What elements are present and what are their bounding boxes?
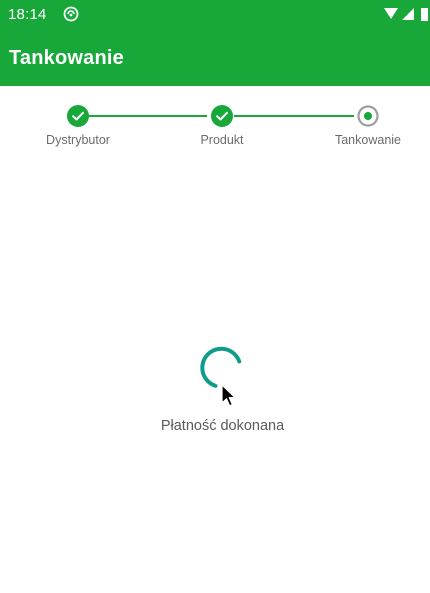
step-connector: [234, 115, 354, 117]
step-produkt-check-icon: [211, 105, 233, 127]
app-screen: 18:14 Tankowanie Dystrybutor Produkt Tan…: [0, 0, 430, 593]
step-dystrybutor-check-icon: [67, 105, 89, 127]
page-title: Tankowanie: [9, 47, 124, 69]
mouse-pointer-icon: [221, 384, 237, 408]
app-bar: Tankowanie: [0, 30, 430, 86]
status-bar: 18:14: [0, 0, 430, 30]
notification-icon: [63, 6, 79, 22]
wifi-icon: [384, 8, 398, 19]
battery-icon: [421, 8, 428, 21]
stepper: Dystrybutor Produkt Tankowanie: [0, 100, 430, 160]
step-label-produkt: Produkt: [200, 133, 244, 147]
step-connector: [89, 115, 207, 117]
step-label-dystrybutor: Dystrybutor: [46, 133, 110, 147]
step-tankowanie-radio-dot-icon: [357, 105, 379, 127]
cellular-signal-icon: [402, 8, 414, 20]
status-time: 18:14: [8, 6, 47, 23]
payment-status-message: Płatność dokonana: [160, 418, 285, 434]
status-icons: [370, 6, 430, 24]
step-label-tankowanie: Tankowanie: [334, 133, 401, 147]
